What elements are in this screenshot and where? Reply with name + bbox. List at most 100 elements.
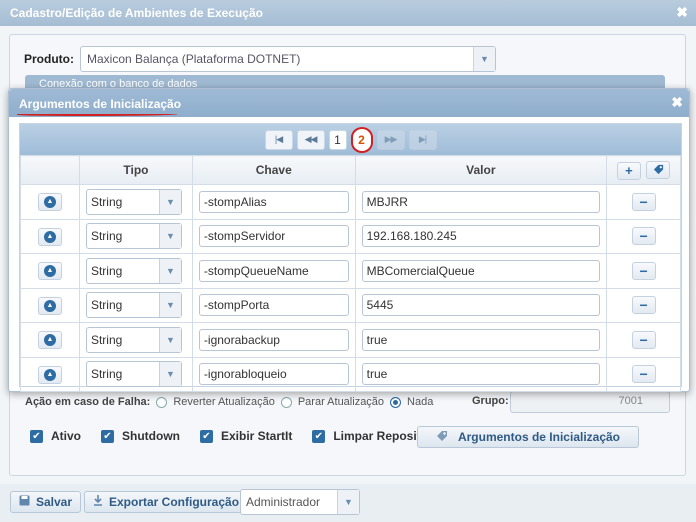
remove-row-button[interactable]: − [631, 227, 656, 246]
radio-nada-label: Nada [407, 396, 434, 408]
radio-reverter[interactable] [156, 396, 168, 408]
valor-input[interactable] [361, 259, 601, 282]
header-actions: + [606, 155, 681, 185]
chave-input[interactable] [198, 259, 349, 282]
page-2-button[interactable]: 2 [350, 126, 373, 153]
tag-icon[interactable] [646, 160, 671, 179]
tipo-select[interactable]: String ▼ [85, 361, 182, 388]
user-select[interactable]: Administrador ▼ [240, 489, 360, 515]
chave-input[interactable] [198, 328, 349, 351]
grupo-field[interactable]: 7001 [510, 391, 670, 413]
save-icon [19, 495, 30, 509]
produto-label: Produto: [24, 52, 74, 66]
chevron-down-icon: ▼ [158, 189, 181, 214]
action-cell: − [606, 287, 681, 323]
valor-input[interactable] [361, 294, 601, 317]
move-up-button[interactable]: ▲ [37, 331, 62, 350]
tipo-cell: String ▼ [78, 253, 193, 289]
window-close-icon[interactable]: ✖ [676, 4, 688, 21]
chave-input[interactable] [198, 225, 349, 248]
save-button[interactable]: Salvar [10, 491, 82, 513]
radio-nada[interactable] [390, 396, 402, 408]
move-cell: ▲ [20, 184, 80, 220]
window-titlebar: Cadastro/Edição de Ambientes de Execução… [0, 0, 696, 26]
valor-input[interactable] [361, 190, 601, 213]
chave-cell [191, 287, 356, 323]
header-tipo: Tipo [78, 155, 193, 185]
checkbox-limpar-repositorio[interactable]: ✔ [312, 429, 326, 443]
tipo-select[interactable]: String ▼ [85, 292, 182, 319]
checkbox-shutdown[interactable]: ✔ [101, 429, 114, 443]
export-button[interactable]: Exportar Configuração [84, 491, 249, 513]
tipo-select[interactable]: String ▼ [85, 257, 182, 284]
move-cell: ▲ [20, 218, 80, 254]
tipo-cell: String ▼ [78, 218, 193, 254]
page-1-button[interactable]: 1 [328, 129, 347, 150]
table-row: ▲ String ▼ − [20, 218, 681, 254]
move-up-button[interactable]: ▲ [37, 365, 62, 384]
download-icon [93, 495, 103, 509]
table-header-row: Tipo Chave Valor + [20, 155, 681, 185]
tipo-cell: String ▼ [78, 287, 193, 323]
move-up-button[interactable]: ▲ [37, 227, 62, 246]
move-up-button[interactable]: ▲ [37, 262, 62, 281]
action-cell: − [606, 184, 681, 220]
modal-title: Argumentos de Inicialização [19, 97, 182, 111]
chave-input[interactable] [198, 363, 349, 386]
produto-select[interactable]: Maxicon Balança (Plataforma DOTNET) ▼ [80, 46, 496, 72]
modal-close-icon[interactable]: ✖ [671, 94, 683, 111]
tipo-select[interactable]: String ▼ [85, 188, 182, 215]
valor-input[interactable] [361, 328, 601, 351]
table-row: ▲ String ▼ − [20, 253, 681, 289]
falha-label: Ação em caso de Falha: [25, 396, 151, 408]
checkbox-exibir-startit-label: Exibir StartIt [220, 429, 293, 443]
remove-row-button[interactable]: − [631, 365, 656, 384]
last-page-icon[interactable]: ▶| [408, 129, 437, 150]
argumentos-button[interactable]: Argumentos de Inicialização [417, 426, 639, 448]
grupo-label: Grupo: [472, 395, 509, 407]
remove-row-button[interactable]: − [631, 296, 656, 315]
remove-row-button[interactable]: − [631, 261, 656, 280]
save-button-label: Salvar [36, 495, 73, 509]
tag-icon [436, 430, 448, 445]
first-page-icon[interactable]: |◀ [264, 129, 293, 150]
checkbox-ativo[interactable]: ✔ [30, 429, 43, 443]
chevron-down-icon: ▼ [158, 293, 181, 318]
add-row-button[interactable]: + [616, 161, 641, 180]
valor-input[interactable] [361, 363, 601, 386]
arrow-up-icon: ▲ [43, 368, 56, 381]
table-row: ▲ String ▼ − [20, 322, 681, 358]
valor-cell [354, 218, 608, 254]
radio-parar[interactable] [280, 396, 292, 408]
tipo-select[interactable]: String ▼ [85, 223, 182, 250]
tipo-value: String [90, 194, 123, 209]
action-cell: − [606, 253, 681, 289]
tipo-value: String [90, 367, 123, 382]
move-up-button[interactable]: ▲ [37, 296, 62, 315]
valor-cell [354, 356, 608, 392]
header-chave: Chave [191, 155, 356, 185]
export-button-label: Exportar Configuração [109, 495, 240, 509]
window-title: Cadastro/Edição de Ambientes de Execução [10, 6, 263, 20]
chevron-down-icon: ▼ [337, 490, 359, 514]
prev-page-icon[interactable]: ◀◀ [296, 129, 325, 150]
valor-cell [354, 322, 608, 358]
chave-cell [191, 184, 356, 220]
next-page-icon[interactable]: ▶▶ [376, 129, 405, 150]
remove-row-button[interactable]: − [631, 192, 656, 211]
tipo-value: String [90, 263, 123, 278]
tipo-value: String [90, 298, 123, 313]
chave-input[interactable] [198, 190, 349, 213]
valor-input[interactable] [361, 225, 601, 248]
checkbox-exibir-startit[interactable]: ✔ [199, 429, 213, 443]
argumentos-modal: Argumentos de Inicialização ✖ |◀ ◀◀ 1 2 … [8, 88, 690, 392]
tipo-select[interactable]: String ▼ [85, 326, 182, 353]
move-up-button[interactable]: ▲ [37, 193, 62, 212]
produto-row: Produto: Maxicon Balança (Plataforma DOT… [24, 46, 496, 72]
remove-row-button[interactable]: − [631, 330, 656, 349]
action-cell: − [606, 322, 681, 358]
move-cell: ▲ [20, 253, 80, 289]
chave-input[interactable] [198, 294, 349, 317]
chevron-down-icon: ▼ [158, 362, 181, 387]
valor-cell [354, 287, 608, 323]
